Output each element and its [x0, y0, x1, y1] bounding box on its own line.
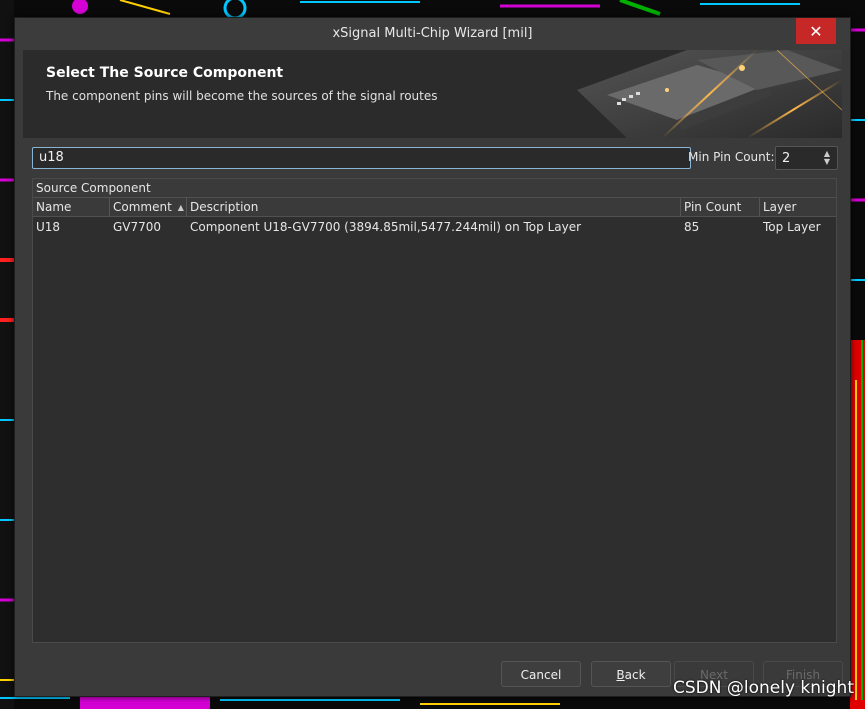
wizard-dialog: xSignal Multi-Chip Wizard [mil] ✕ Select…	[14, 17, 851, 697]
table-group-header: Source Component	[33, 179, 836, 198]
chip-illustration-icon	[567, 50, 842, 138]
column-header-description[interactable]: Description	[187, 198, 681, 216]
back-mnemonic: B	[616, 668, 625, 682]
cell-name: U18	[36, 220, 61, 234]
watermark: CSDN @lonely knight	[673, 678, 854, 698]
column-header-comment[interactable]: Comment ▲	[110, 198, 187, 216]
column-header-layer[interactable]: Layer	[760, 198, 836, 216]
group-title: Source Component	[36, 181, 151, 195]
wizard-header: Select The Source Component The componen…	[23, 50, 842, 138]
cell-description: Component U18-GV7700 (3894.85mil,5477.24…	[190, 220, 582, 234]
cell-pin-count: 85	[684, 220, 700, 234]
close-button[interactable]: ✕	[796, 18, 836, 44]
column-header-name[interactable]: Name	[33, 198, 110, 216]
title-bar[interactable]: xSignal Multi-Chip Wizard [mil] ✕	[15, 18, 850, 50]
table-header-row: Name Comment ▲ Description Pin Count Laye…	[33, 198, 836, 217]
min-pin-count-value[interactable]: 2	[782, 151, 790, 166]
column-header-pin-count[interactable]: Pin Count	[681, 198, 760, 216]
chevron-down-icon[interactable]: ▼	[824, 158, 830, 166]
min-pin-count-stepper[interactable]: 2 ▲ ▼	[775, 146, 838, 170]
cell-layer: Top Layer	[763, 220, 821, 234]
cancel-button[interactable]: Cancel	[501, 661, 581, 687]
spin-buttons[interactable]: ▲ ▼	[822, 150, 832, 166]
page-title: Select The Source Component	[46, 65, 284, 81]
back-button[interactable]: Back	[591, 661, 671, 687]
table-row[interactable]: U18 GV7700 Component U18-GV7700 (3894.85…	[33, 218, 836, 236]
page-subtitle: The component pins will become the sourc…	[46, 89, 438, 103]
source-component-table: Source Component Name Comment ▲ Descripti…	[32, 178, 837, 643]
back-label: ack	[624, 668, 646, 682]
window-title: xSignal Multi-Chip Wizard [mil]	[332, 26, 533, 41]
min-pin-count-label: Min Pin Count:	[688, 150, 775, 164]
close-icon: ✕	[809, 21, 823, 41]
sort-ascending-icon: ▲	[177, 203, 184, 212]
cell-comment: GV7700	[113, 220, 162, 234]
component-search-input[interactable]	[32, 147, 691, 169]
